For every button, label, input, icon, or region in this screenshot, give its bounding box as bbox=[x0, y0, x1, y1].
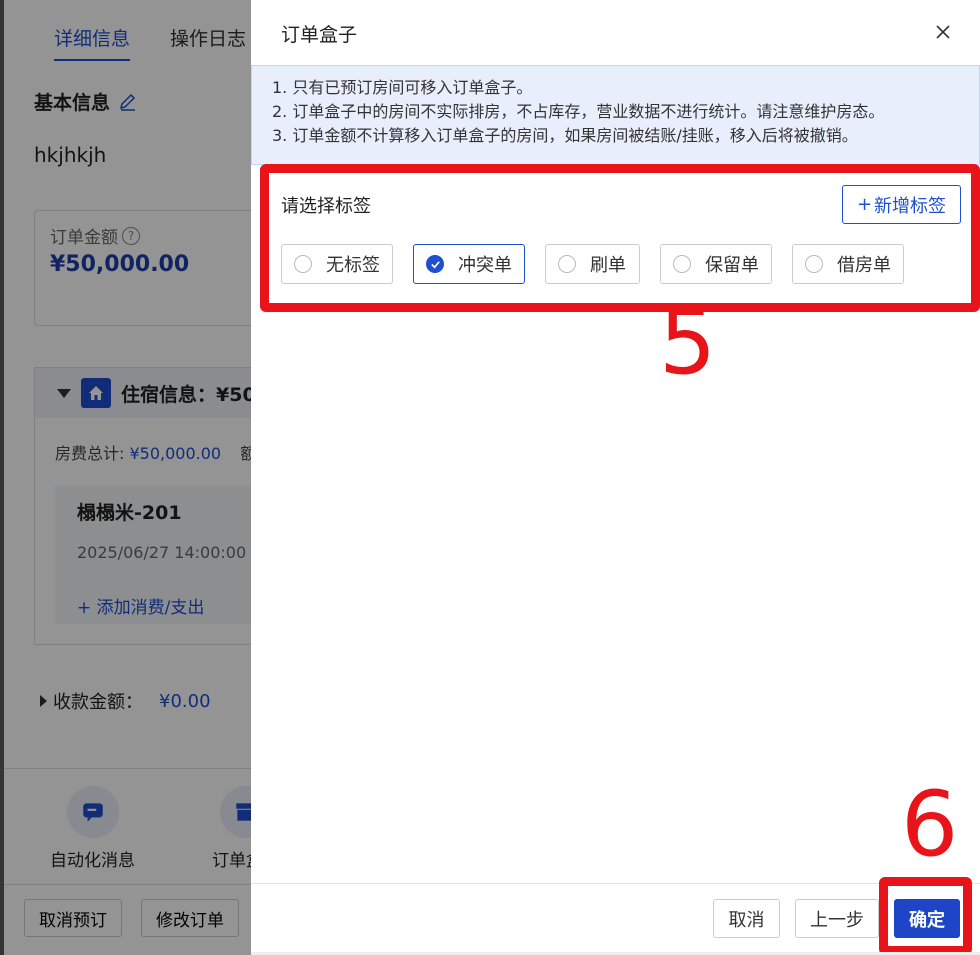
tag-option-label: 借房单 bbox=[837, 255, 891, 276]
plus-icon: + bbox=[856, 194, 873, 215]
order-box-dialog: 订单盒子 1. 只有已预订房间可移入订单盒子。 2. 订单盒子中的房间不实际排房… bbox=[251, 0, 980, 955]
annotation-number-5: 5 bbox=[659, 290, 717, 395]
radio-icon bbox=[558, 255, 576, 273]
tag-option-label: 无标签 bbox=[326, 255, 380, 276]
tag-option-borrow[interactable]: 借房单 bbox=[792, 244, 904, 284]
tag-option-fake[interactable]: 刷单 bbox=[545, 244, 640, 284]
divider bbox=[251, 883, 980, 884]
new-tag-button[interactable]: + 新增标签 bbox=[842, 185, 961, 224]
close-button[interactable] bbox=[931, 20, 955, 44]
new-tag-label: 新增标签 bbox=[874, 195, 947, 217]
tag-section-label: 请选择标签 bbox=[281, 196, 371, 217]
notice-box: 1. 只有已预订房间可移入订单盒子。 2. 订单盒子中的房间不实际排房，不占库存… bbox=[251, 65, 980, 165]
radio-icon bbox=[294, 255, 312, 273]
notice-line: 1. 只有已预订房间可移入订单盒子。 bbox=[272, 78, 533, 97]
tag-option-reserved[interactable]: 保留单 bbox=[660, 244, 772, 284]
dialog-title: 订单盒子 bbox=[281, 24, 358, 46]
notice-line: 3. 订单金额不计算移入订单盒子的房间，如果房间被结账/挂账，移入后将被撤销。 bbox=[272, 126, 858, 145]
modal-overlay[interactable] bbox=[0, 0, 251, 955]
notice-line: 2. 订单盒子中的房间不实际排房，不占库存，营业数据不进行统计。请注意维护房态。 bbox=[272, 102, 885, 121]
prev-step-button[interactable]: 上一步 bbox=[795, 899, 879, 938]
confirm-button[interactable]: 确定 bbox=[894, 899, 960, 938]
tag-option-label: 冲突单 bbox=[458, 255, 512, 276]
tag-option-label: 保留单 bbox=[705, 255, 759, 276]
close-icon bbox=[936, 25, 950, 39]
radio-checked-icon bbox=[426, 255, 444, 273]
tag-option-label: 刷单 bbox=[590, 255, 626, 276]
tag-option-conflict[interactable]: 冲突单 bbox=[413, 244, 525, 284]
cancel-button[interactable]: 取消 bbox=[713, 899, 780, 938]
radio-icon bbox=[805, 255, 823, 273]
tag-option-none[interactable]: 无标签 bbox=[281, 244, 393, 284]
annotation-number-6: 6 bbox=[901, 772, 959, 877]
radio-icon bbox=[673, 255, 691, 273]
